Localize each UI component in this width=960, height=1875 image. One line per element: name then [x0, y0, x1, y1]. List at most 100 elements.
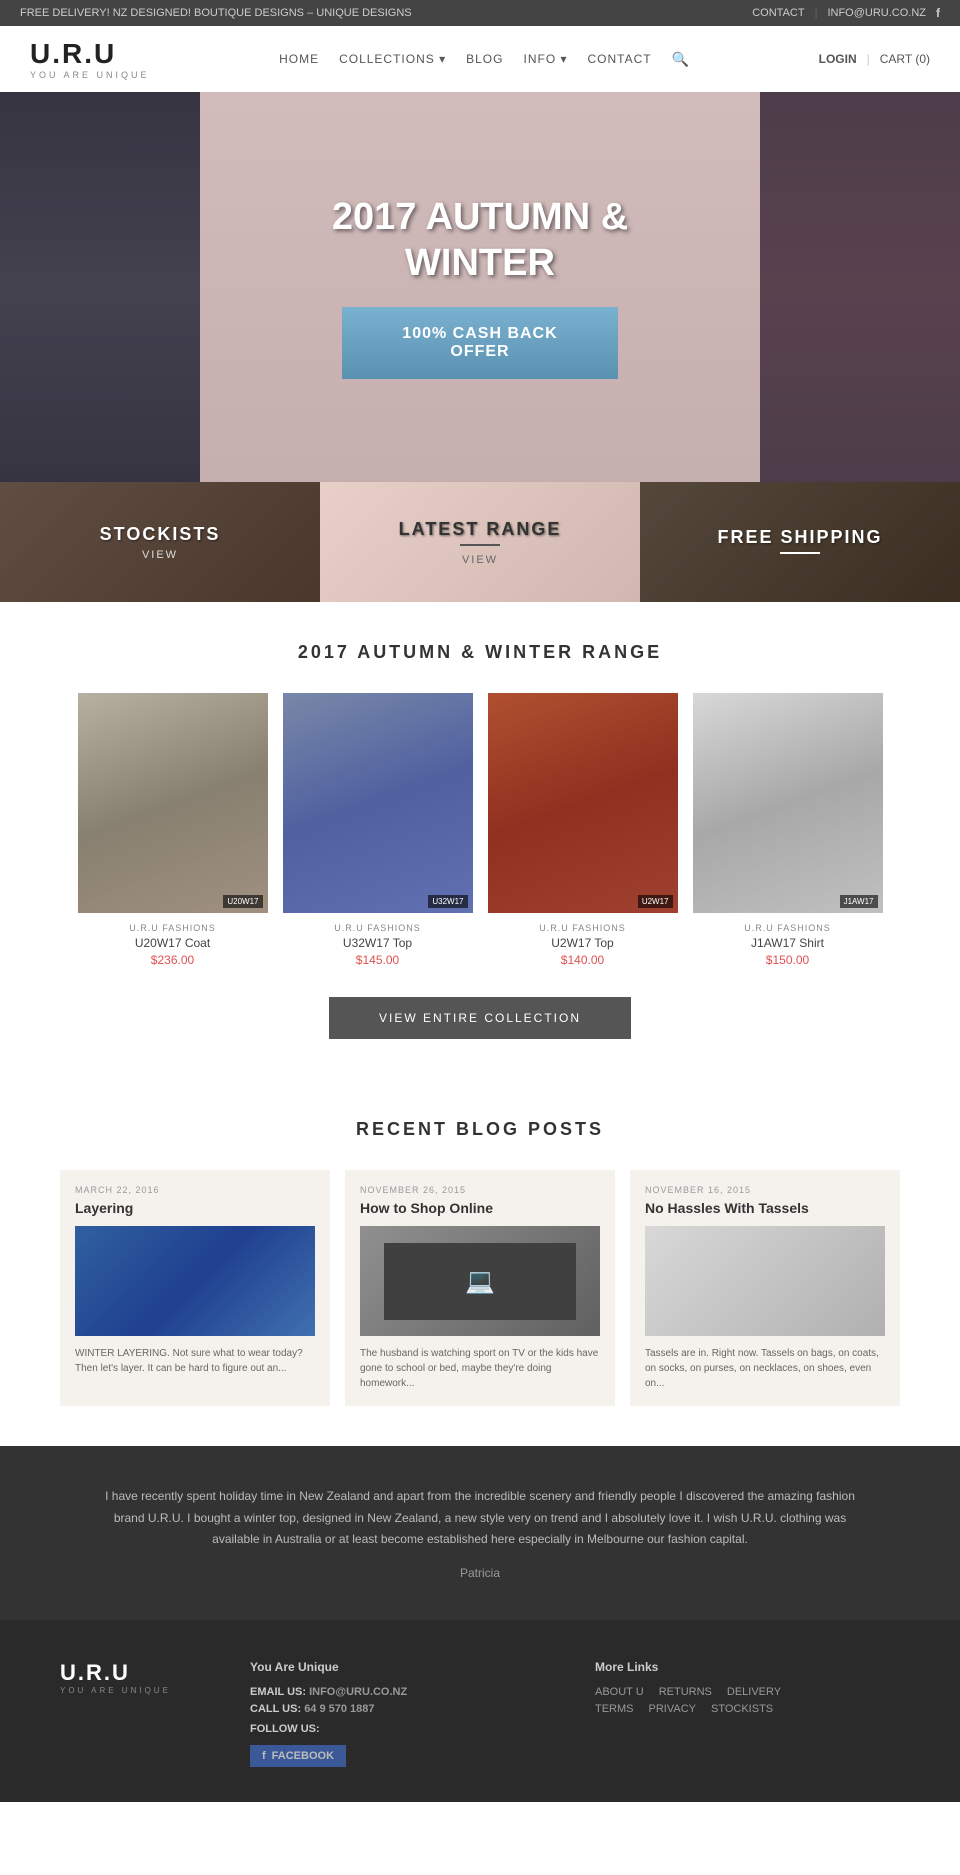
footer-links-row-2: TERMS PRIVACY STOCKISTS [595, 1703, 900, 1720]
header: U.R.U YOU ARE UNIQUE HOME COLLECTIONS ▾ … [0, 26, 960, 92]
testimonial-section: I have recently spent holiday time in Ne… [0, 1446, 960, 1620]
product-price-2: $145.00 [283, 953, 473, 967]
product-card-1[interactable]: U20W17 U.R.U FASHIONS U20W17 Coat $236.0… [78, 693, 268, 967]
product-price-3: $140.00 [488, 953, 678, 967]
footer-link-terms[interactable]: TERMS [595, 1703, 634, 1715]
hero-figure-right [760, 92, 960, 482]
footer-link-delivery[interactable]: DELIVERY [727, 1686, 781, 1698]
blog-card-2[interactable]: NOVEMBER 26, 2015 How to Shop Online 💻 T… [345, 1170, 615, 1406]
product-card-3[interactable]: U2W17 U.R.U FASHIONS U2W17 Top $140.00 [488, 693, 678, 967]
view-collection-button[interactable]: VIEW ENTIRE COLLECTION [329, 997, 631, 1039]
testimonial-author: Patricia [100, 1566, 860, 1580]
nav-area: HOME COLLECTIONS ▾ BLOG INFO ▾ CONTACT 🔍 [279, 51, 689, 68]
top-bar: FREE DELIVERY! NZ DESIGNED! BOUTIQUE DES… [0, 0, 960, 26]
hero-title: 2017 AUTUMN &WINTER [332, 195, 628, 286]
panel-stockists[interactable]: STOCKISTS VIEW [0, 482, 320, 602]
footer-link-about[interactable]: ABOUT U [595, 1686, 644, 1698]
footer-link-stockists[interactable]: STOCKISTS [711, 1703, 773, 1715]
blog-title-3: No Hassles With Tassels [645, 1200, 885, 1216]
footer-logo-text: U.R.U [60, 1660, 210, 1686]
blog-excerpt-1: WINTER LAYERING. Not sure what to wear t… [75, 1346, 315, 1376]
panel-latest-range[interactable]: LATEST RANGE VIEW [320, 482, 640, 602]
footer-logo: U.R.U YOU ARE UNIQUE [60, 1660, 210, 1695]
panel-latest-label: LATEST RANGE [399, 519, 562, 540]
blog-date-1: MARCH 22, 2016 [75, 1185, 315, 1195]
product-brand-3: U.R.U FASHIONS [488, 923, 678, 933]
footer-link-returns[interactable]: RETURNS [659, 1686, 712, 1698]
footer-follow-label: FOLLOW US: [250, 1723, 555, 1735]
facebook-icon: f [262, 1750, 266, 1762]
hero-content: 2017 AUTUMN &WINTER 100% CASH BACKOFFER [332, 195, 628, 378]
hero-cta-button[interactable]: 100% CASH BACKOFFER [342, 307, 617, 379]
product-name-3: U2W17 Top [488, 936, 678, 950]
product-card-4[interactable]: J1AW17 U.R.U FASHIONS J1AW17 Shirt $150.… [693, 693, 883, 967]
panel-stockists-label: STOCKISTS [100, 524, 221, 545]
search-icon[interactable]: 🔍 [672, 51, 689, 68]
panel-free-shipping[interactable]: FREE SHIPPING [640, 482, 960, 602]
logo-area: U.R.U YOU ARE UNIQUE [30, 38, 150, 80]
footer-links-row: ABOUT U RETURNS DELIVERY [595, 1686, 900, 1703]
top-bar-right: CONTACT | INFO@URU.CO.NZ f [752, 6, 940, 20]
blog-section: RECENT BLOG POSTS MARCH 22, 2016 Layerin… [0, 1079, 960, 1446]
nav-info[interactable]: INFO ▾ [523, 52, 567, 66]
product-img-4: J1AW17 [693, 693, 883, 913]
product-name-4: J1AW17 Shirt [693, 936, 883, 950]
blog-img-3 [645, 1226, 885, 1336]
footer-email-row: EMAIL US: INFO@URU.CO.NZ [250, 1686, 555, 1698]
product-code-4: J1AW17 [840, 895, 878, 908]
blog-card-3[interactable]: NOVEMBER 16, 2015 No Hassles With Tassel… [630, 1170, 900, 1406]
nav-home[interactable]: HOME [279, 52, 319, 66]
logo-sub: YOU ARE UNIQUE [30, 70, 150, 80]
facebook-button[interactable]: f FACEBOOK [250, 1745, 346, 1767]
blog-title-2: How to Shop Online [360, 1200, 600, 1216]
testimonial-text: I have recently spent holiday time in Ne… [100, 1486, 860, 1551]
product-price-4: $150.00 [693, 953, 883, 967]
nav-contact[interactable]: CONTACT [588, 52, 652, 66]
blog-excerpt-3: Tassels are in. Right now. Tassels on ba… [645, 1346, 885, 1391]
products-grid: U20W17 U.R.U FASHIONS U20W17 Coat $236.0… [60, 693, 900, 967]
blog-grid: MARCH 22, 2016 Layering WINTER LAYERING.… [60, 1170, 900, 1406]
facebook-label: FACEBOOK [272, 1750, 334, 1762]
facebook-icon[interactable]: f [936, 6, 940, 20]
cart-link[interactable]: CART (0) [880, 52, 930, 66]
panel-latest-sub: VIEW [462, 554, 498, 566]
login-cart: LOGIN | CART (0) [819, 52, 930, 66]
footer: U.R.U YOU ARE UNIQUE You Are Unique EMAI… [0, 1620, 960, 1802]
blog-excerpt-2: The husband is watching sport on TV or t… [360, 1346, 600, 1391]
product-card-2[interactable]: U32W17 U.R.U FASHIONS U32W17 Top $145.00 [283, 693, 473, 967]
footer-more-links-title: More Links [595, 1660, 900, 1674]
blog-section-title: RECENT BLOG POSTS [60, 1119, 900, 1140]
product-code-2: U32W17 [428, 895, 467, 908]
logo-text: U.R.U [30, 38, 150, 70]
product-price-1: $236.00 [78, 953, 268, 967]
product-img-2: U32W17 [283, 693, 473, 913]
top-bar-email: INFO@URU.CO.NZ [827, 7, 926, 19]
product-brand-2: U.R.U FASHIONS [283, 923, 473, 933]
panel-shipping-label: FREE SHIPPING [717, 527, 882, 548]
nav-blog[interactable]: BLOG [466, 52, 503, 66]
top-bar-left: FREE DELIVERY! NZ DESIGNED! BOUTIQUE DES… [20, 7, 412, 19]
login-link[interactable]: LOGIN [819, 52, 857, 66]
blog-img-1 [75, 1226, 315, 1336]
product-brand-4: U.R.U FASHIONS [693, 923, 883, 933]
panel-stockists-sub: VIEW [142, 549, 178, 561]
collection-section: 2017 AUTUMN & WINTER RANGE U20W17 U.R.U … [0, 602, 960, 1079]
product-img-3: U2W17 [488, 693, 678, 913]
blog-title-1: Layering [75, 1200, 315, 1216]
footer-follow-row: FOLLOW US: f FACEBOOK [250, 1723, 555, 1767]
product-img-1: U20W17 [78, 693, 268, 913]
collection-title: 2017 AUTUMN & WINTER RANGE [60, 642, 900, 663]
blog-date-3: NOVEMBER 16, 2015 [645, 1185, 885, 1195]
hero-figure-left [0, 92, 200, 482]
nav-collections[interactable]: COLLECTIONS ▾ [339, 52, 446, 66]
contact-link[interactable]: CONTACT [752, 7, 804, 19]
product-name-1: U20W17 Coat [78, 936, 268, 950]
footer-link-privacy[interactable]: PRIVACY [649, 1703, 696, 1715]
product-code-3: U2W17 [638, 895, 673, 908]
footer-col-links: More Links ABOUT U RETURNS DELIVERY TERM… [595, 1660, 900, 1720]
blog-img-2: 💻 [360, 1226, 600, 1336]
footer-col-info: You Are Unique EMAIL US: INFO@URU.CO.NZ … [250, 1660, 555, 1772]
panels-row: STOCKISTS VIEW LATEST RANGE VIEW FREE SH… [0, 482, 960, 602]
blog-card-1[interactable]: MARCH 22, 2016 Layering WINTER LAYERING.… [60, 1170, 330, 1406]
product-brand-1: U.R.U FASHIONS [78, 923, 268, 933]
